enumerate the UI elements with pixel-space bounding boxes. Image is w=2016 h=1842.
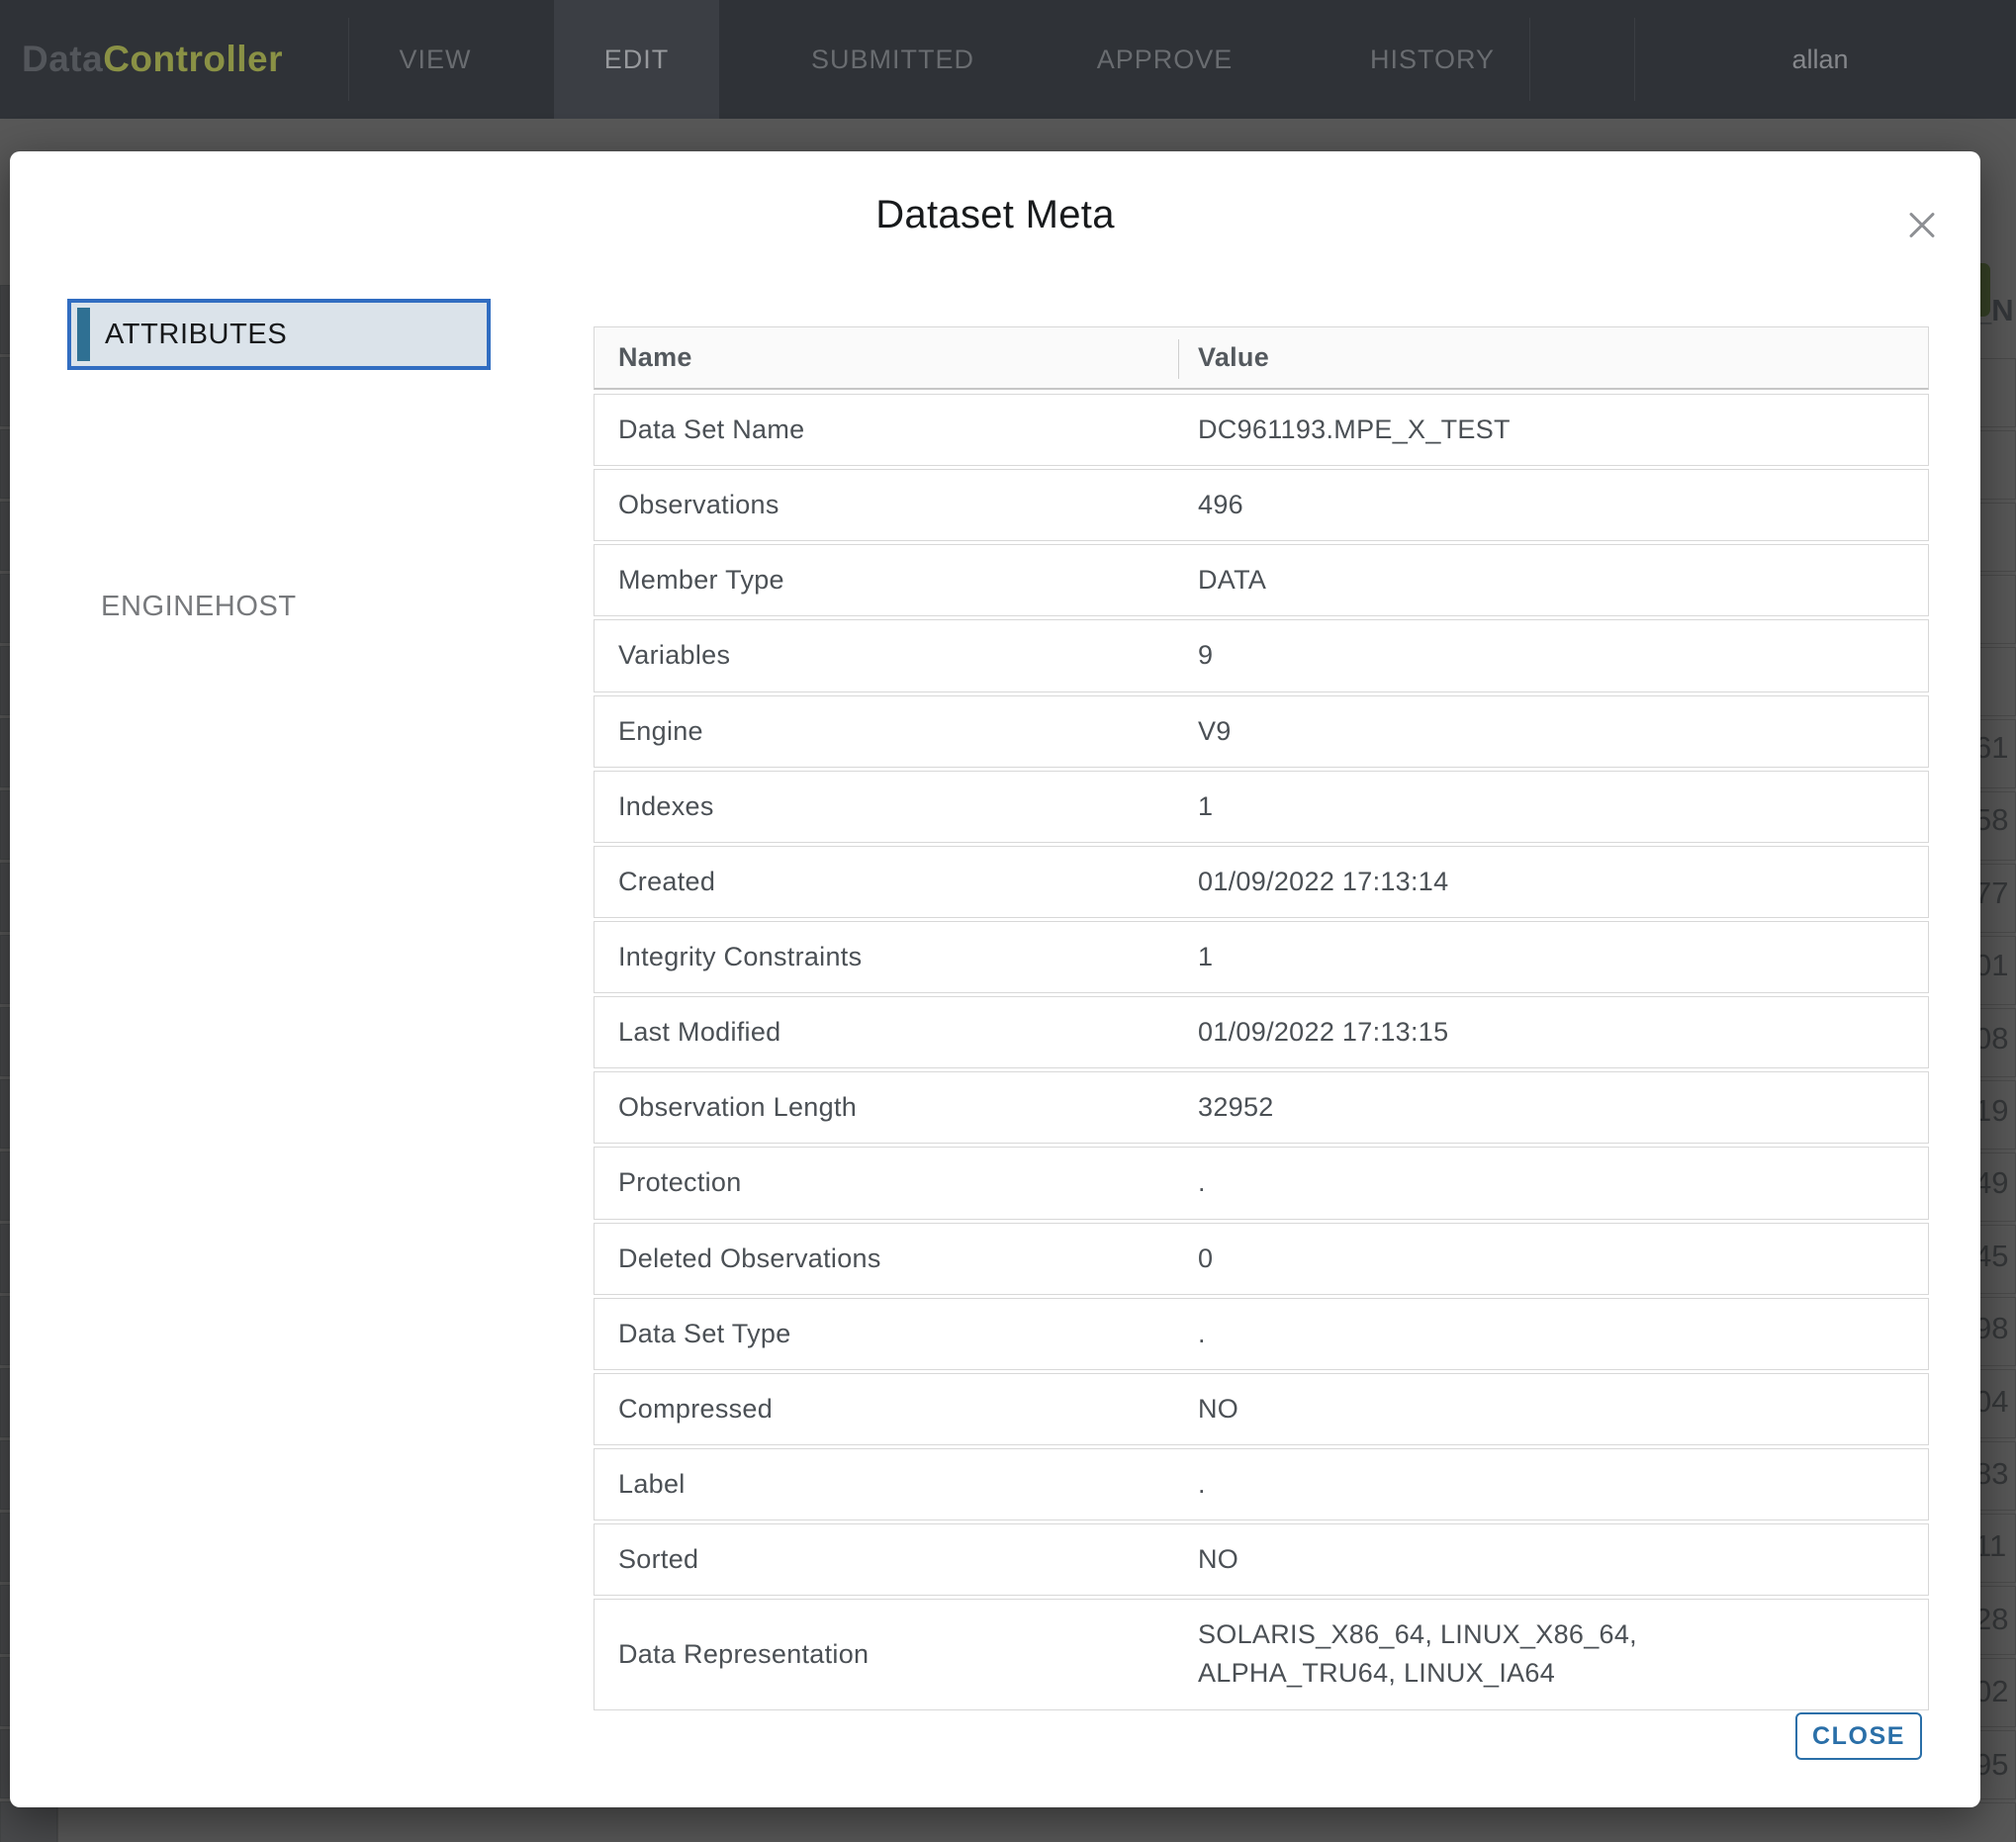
row-value: 0 [1178,1224,1851,1294]
row-name: Protection [595,1151,1178,1214]
table-row: Member TypeDATA [594,544,1929,616]
row-name: Member Type [595,549,1178,611]
row-value: 1 [1178,772,1851,842]
row-name: Engine [595,700,1178,763]
row-value: SOLARIS_X86_64, LINUX_X86_64, ALPHA_TRU6… [1178,1600,1851,1708]
table-row: Label. [594,1448,1929,1520]
row-name: Variables [595,624,1178,687]
row-name: Created [595,851,1178,913]
table-row: Data Set Type. [594,1298,1929,1370]
table-row: Created01/09/2022 17:13:14 [594,846,1929,918]
row-value: NO [1178,1374,1851,1444]
row-value: 9 [1178,620,1851,691]
app-logo-part1: Data [22,39,103,80]
attributes-table: Name Value Data Set NameDC961193.MPE_X_T… [594,326,1929,1713]
row-value: 01/09/2022 17:13:15 [1178,997,1851,1067]
app-logo[interactable]: DataController [22,0,283,119]
row-name: Sorted [595,1528,1178,1591]
table-row: Protection. [594,1147,1929,1219]
top-navbar: DataController VIEW EDIT SUBMITTED APPROVE H… [0,0,2016,119]
row-name: Label [595,1453,1178,1516]
column-header-value: Value [1178,342,1928,373]
tab-attributes[interactable]: ATTRIBUTES [67,299,491,370]
app-logo-part2: Controller [103,39,283,80]
row-name: Compressed [595,1378,1178,1440]
tab-attributes-label: ATTRIBUTES [105,303,287,366]
row-name: Data Representation [595,1623,1178,1686]
row-name: Indexes [595,776,1178,838]
row-value: . [1178,1449,1851,1520]
row-value: V9 [1178,696,1851,767]
nav-item-approve[interactable]: APPROVE [1078,0,1251,119]
table-row: Variables9 [594,619,1929,691]
nav-item-view[interactable]: VIEW [356,0,514,119]
table-row: SortedNO [594,1523,1929,1596]
row-value: DC961193.MPE_X_TEST [1178,395,1851,465]
selected-tab-accent-bar [77,308,90,361]
row-name: Deleted Observations [595,1228,1178,1290]
row-name: Observations [595,474,1178,536]
nav-item-submitted[interactable]: SUBMITTED [786,0,999,119]
table-header-row: Name Value [594,326,1929,390]
row-name: Integrity Constraints [595,926,1178,988]
user-menu[interactable]: allan [1741,0,1899,119]
table-row: Observation Length32952 [594,1071,1929,1144]
table-row: Observations496 [594,469,1929,541]
nav-item-history[interactable]: HISTORY [1368,0,1497,119]
close-button[interactable]: CLOSE [1795,1712,1922,1760]
table-row: CompressedNO [594,1373,1929,1445]
row-value: 01/09/2022 17:13:14 [1178,847,1851,917]
dataset-meta-modal: Dataset Meta ATTRIBUTES ENGINEHOST Name … [10,151,1980,1807]
row-value: . [1178,1148,1851,1218]
nav-item-edit[interactable]: EDIT [554,0,719,119]
modal-title: Dataset Meta [10,193,1980,237]
table-row: Integrity Constraints1 [594,921,1929,993]
row-name: Data Set Name [595,399,1178,461]
row-name: Last Modified [595,1001,1178,1063]
table-row: Data Set NameDC961193.MPE_X_TEST [594,394,1929,466]
table-row: Indexes1 [594,771,1929,843]
table-row: Last Modified01/09/2022 17:13:15 [594,996,1929,1068]
column-divider [1178,339,1179,379]
tab-enginehost[interactable]: ENGINEHOST [101,579,297,634]
table-row: EngineV9 [594,695,1929,768]
screen: i DC961193.MPE_X_TEST (100 _N 6158770108… [0,0,2016,1842]
column-header-name: Name [595,342,1178,373]
nav-divider [1529,18,1530,101]
row-value: NO [1178,1524,1851,1595]
row-name: Data Set Type [595,1303,1178,1365]
nav-divider [348,18,349,101]
row-value: 496 [1178,470,1851,540]
row-value: 32952 [1178,1072,1851,1143]
table-row: Deleted Observations0 [594,1223,1929,1295]
row-value: . [1178,1299,1851,1369]
row-value: 1 [1178,922,1851,992]
close-icon[interactable] [1899,203,1945,248]
nav-divider [1634,18,1635,101]
row-name: Observation Length [595,1076,1178,1139]
table-row: Data RepresentationSOLARIS_X86_64, LINUX… [594,1599,1929,1709]
row-value: DATA [1178,545,1851,615]
